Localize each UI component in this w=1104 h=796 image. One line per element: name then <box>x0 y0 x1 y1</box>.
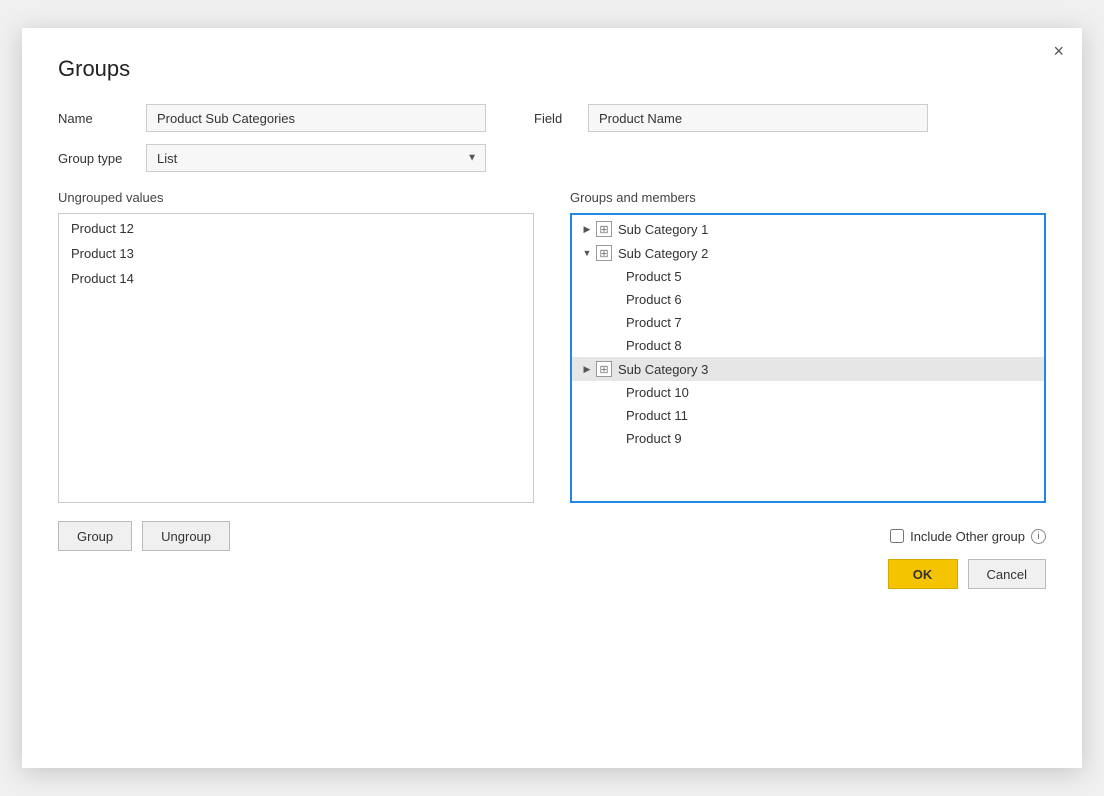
field-input[interactable] <box>588 104 928 132</box>
name-label: Name <box>58 111 128 126</box>
close-button[interactable]: × <box>1053 42 1064 60</box>
group-label: Sub Category 2 <box>618 246 708 261</box>
child-label: Product 6 <box>626 292 682 307</box>
groups-title: Groups and members <box>570 190 1046 205</box>
tree-child-item[interactable]: Product 11 <box>572 404 1044 427</box>
field-label: Field <box>534 111 570 126</box>
group-type-row: Group type List Bin <box>58 144 1046 172</box>
tree-group-item[interactable]: ▶ ⊞ Sub Category 1 <box>572 217 1044 241</box>
info-icon[interactable]: i <box>1031 529 1046 544</box>
tree-child-item[interactable]: Product 6 <box>572 288 1044 311</box>
group-type-select[interactable]: List Bin <box>146 144 486 172</box>
child-label: Product 8 <box>626 338 682 353</box>
table-icon: ⊞ <box>596 245 612 261</box>
list-item[interactable]: Product 12 <box>59 216 533 241</box>
groups-dialog: × Groups Name Field Group type List Bin … <box>22 28 1082 768</box>
expand-icon: ▶ <box>580 222 594 236</box>
tree-child-item[interactable]: Product 10 <box>572 381 1044 404</box>
groups-section: Groups and members ▶ ⊞ Sub Category 1 ▼ … <box>570 190 1046 503</box>
tree-child-item[interactable]: Product 5 <box>572 265 1044 288</box>
dialog-title: Groups <box>58 56 1046 82</box>
include-other-checkbox[interactable] <box>890 529 904 543</box>
bottom-row: Group Ungroup Include Other group i <box>58 521 1046 551</box>
child-label: Product 9 <box>626 431 682 446</box>
name-input[interactable] <box>146 104 486 132</box>
ungrouped-list[interactable]: Product 12 Product 13 Product 14 <box>58 213 534 503</box>
child-label: Product 7 <box>626 315 682 330</box>
columns-section: Ungrouped values Product 12 Product 13 P… <box>58 190 1046 503</box>
ok-button[interactable]: OK <box>888 559 958 589</box>
list-item[interactable]: Product 13 <box>59 241 533 266</box>
ungrouped-section: Ungrouped values Product 12 Product 13 P… <box>58 190 534 503</box>
expand-icon: ▶ <box>580 362 594 376</box>
cancel-button[interactable]: Cancel <box>968 559 1046 589</box>
child-label: Product 10 <box>626 385 689 400</box>
group-button[interactable]: Group <box>58 521 132 551</box>
name-row: Name Field <box>58 104 1046 132</box>
table-icon: ⊞ <box>596 361 612 377</box>
groups-list[interactable]: ▶ ⊞ Sub Category 1 ▼ ⊞ Sub Category 2 Pr… <box>570 213 1046 503</box>
footer-row: OK Cancel <box>58 559 1046 589</box>
ungrouped-title: Ungrouped values <box>58 190 534 205</box>
action-buttons: Group Ungroup <box>58 521 230 551</box>
group-type-select-wrapper: List Bin <box>146 144 486 172</box>
child-label: Product 11 <box>626 408 688 423</box>
tree-child-item[interactable]: Product 9 <box>572 427 1044 450</box>
group-type-label: Group type <box>58 151 128 166</box>
expand-icon: ▼ <box>580 246 594 260</box>
list-item[interactable]: Product 14 <box>59 266 533 291</box>
tree-group-item-selected[interactable]: ▶ ⊞ Sub Category 3 <box>572 357 1044 381</box>
group-label: Sub Category 1 <box>618 222 708 237</box>
child-label: Product 5 <box>626 269 682 284</box>
include-other-label: Include Other group i <box>890 529 1046 544</box>
group-label: Sub Category 3 <box>618 362 708 377</box>
include-other-text: Include Other group <box>910 529 1025 544</box>
table-icon: ⊞ <box>596 221 612 237</box>
tree-child-item[interactable]: Product 7 <box>572 311 1044 334</box>
tree-child-item[interactable]: Product 8 <box>572 334 1044 357</box>
tree-group-item[interactable]: ▼ ⊞ Sub Category 2 <box>572 241 1044 265</box>
ungroup-button[interactable]: Ungroup <box>142 521 230 551</box>
bottom-right: Include Other group i <box>890 529 1046 544</box>
